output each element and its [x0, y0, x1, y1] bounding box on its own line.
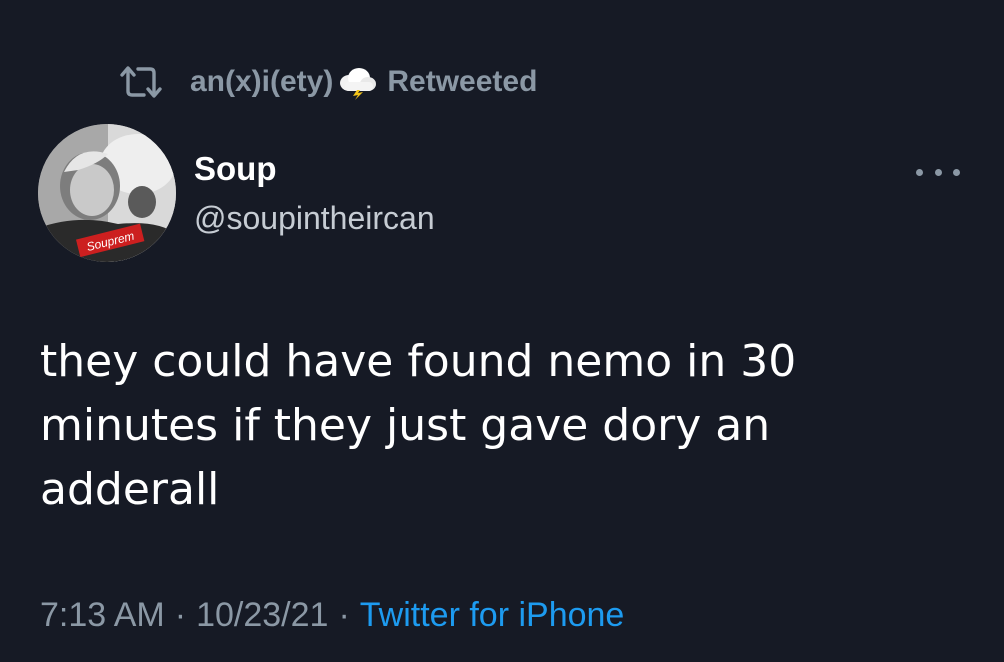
author-name-link[interactable]: Soup — [194, 150, 276, 188]
author-handle-link[interactable]: @soupintheircan — [194, 200, 435, 237]
retweeted-label: Retweeted — [387, 65, 538, 98]
retweet-icon — [118, 64, 164, 100]
tweet-text: they could have found nemo in 30 minutes… — [40, 330, 940, 522]
retweet-header: an(x)i(ety) Retweeted — [118, 60, 537, 104]
tweet-text-line: minutes if they just gave dory an — [40, 400, 771, 451]
source-link[interactable]: Twitter for iPhone — [360, 596, 625, 635]
date-link[interactable]: 10/23/21 — [196, 596, 328, 635]
cloud-lightning-icon — [337, 64, 377, 100]
retweeter-name-link[interactable]: an(x)i(ety) — [190, 65, 333, 99]
more-dot-icon — [953, 168, 960, 176]
footer-separator: · — [338, 596, 350, 634]
timestamp-link[interactable]: 7:13 AM — [40, 596, 165, 635]
tweet-text-line: they could have found nemo in 30 — [40, 336, 797, 387]
avatar[interactable]: Souprem — [38, 124, 176, 262]
footer-separator: · — [174, 596, 187, 634]
more-dot-icon — [934, 168, 942, 176]
more-dot-icon — [916, 168, 923, 176]
tweet-text-line: adderall — [40, 464, 220, 515]
tweet-card: an(x)i(ety) Retweeted Souprem Soup @soup… — [0, 0, 1004, 662]
more-options-button[interactable] — [916, 160, 960, 184]
tweet-footer: 7:13 AM · 10/23/21 · Twitter for iPhone — [40, 596, 624, 635]
